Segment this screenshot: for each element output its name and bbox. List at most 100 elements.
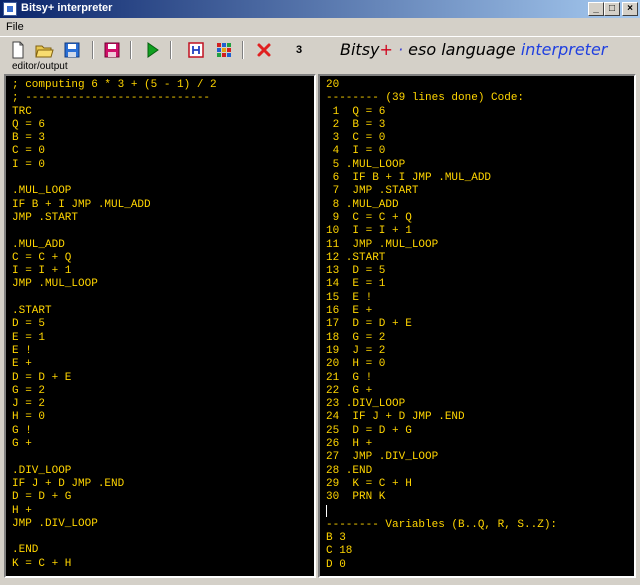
output-line: 9 C = C + Q	[326, 211, 412, 224]
output-pane[interactable]: 20 -------- (39 lines done) Code: 1 Q = …	[318, 74, 636, 578]
editor-line: G !	[12, 424, 32, 437]
output-line: 14 E = 1	[326, 278, 386, 291]
brand-bitsy: Bitsy	[340, 40, 380, 59]
output-line: 7 JMP .START	[326, 185, 419, 198]
editor-line: .START	[12, 305, 52, 318]
editor-line: JMP .START	[12, 211, 79, 224]
toolbar-separator	[170, 41, 172, 59]
editor-line: E +	[12, 358, 32, 371]
window-title: Bitsy+ interpreter	[21, 2, 113, 14]
toolbar-separator	[242, 41, 244, 59]
open-folder-icon[interactable]	[34, 40, 54, 60]
output-text: 20 -------- (39 lines done) Code: 1 Q = …	[320, 76, 634, 572]
brand-interpreter: interpreter	[520, 40, 608, 59]
output-line: 12 .START	[326, 251, 386, 264]
editor-line: E = 1	[12, 331, 46, 344]
toolbar-separator	[92, 41, 94, 59]
editor-line: C = 0	[12, 145, 46, 158]
editor-line: I = I + 1	[12, 265, 72, 278]
menu-bar: File	[0, 18, 640, 36]
editor-line: D = D + G	[12, 491, 72, 504]
output-line: 5 .MUL_LOOP	[326, 158, 406, 171]
menu-file[interactable]: File	[6, 21, 24, 33]
brand-eso: eso language	[408, 40, 521, 59]
variable-line: B 3	[326, 532, 346, 544]
run-icon[interactable]	[142, 40, 162, 60]
output-line: 30 PRN K	[326, 491, 386, 504]
toolbar-separator	[130, 41, 132, 59]
app-icon	[3, 2, 17, 16]
variable-line: C 18	[326, 545, 353, 558]
output-line: 20	[326, 79, 340, 91]
output-line: 13 D = 5	[326, 265, 386, 278]
output-line: 28 .END	[326, 464, 373, 477]
clear-icon[interactable]	[254, 40, 274, 60]
editor-line: .END	[12, 544, 39, 557]
editor-line: IF B + I JMP .MUL_ADD	[12, 198, 151, 211]
output-line: 6 IF B + I JMP .MUL_ADD	[326, 172, 492, 185]
editor-line: .DIV_LOOP	[12, 464, 72, 477]
new-file-icon[interactable]	[8, 40, 28, 60]
editor-line: H +	[12, 504, 32, 517]
editor-line: .MUL_LOOP	[12, 185, 72, 198]
output-line: 16 E +	[326, 305, 373, 318]
editor-line: TRC	[12, 105, 32, 118]
save-as-icon[interactable]	[102, 40, 122, 60]
minimize-button[interactable]: _	[588, 2, 604, 16]
output-line: 18 G = 2	[326, 331, 386, 344]
output-line: 22 G +	[326, 384, 373, 397]
output-line: 27 JMP .DIV_LOOP	[326, 451, 439, 464]
variables-header: -------- Variables (B..Q, R, S..Z):	[326, 518, 558, 531]
toolbar: 3 Bitsy+ · eso language interpreter	[0, 36, 640, 63]
help-icon[interactable]	[186, 40, 206, 60]
editor-line: K = C + H	[12, 557, 72, 570]
editor-line: D = D + E	[12, 371, 72, 384]
output-line: 20 H = 0	[326, 358, 386, 371]
output-line: 4 I = 0	[326, 145, 386, 158]
output-line: 2 B = 3	[326, 118, 386, 131]
editor-line: Q = 6	[12, 118, 46, 131]
editor-pane[interactable]: ; computing 6 * 3 + (5 - 1) / 2 ; ------…	[4, 74, 316, 578]
output-line: 11 JMP .MUL_LOOP	[326, 238, 439, 251]
maximize-button[interactable]: □	[604, 2, 620, 16]
editor-line: JMP .MUL_LOOP	[12, 278, 98, 291]
editor-line: I = 0	[12, 158, 46, 171]
title-bar: Bitsy+ interpreter _ □ ×	[0, 0, 640, 18]
output-line: 23 .DIV_LOOP	[326, 398, 406, 411]
step-counter: 3	[296, 44, 303, 56]
palette-icon[interactable]	[214, 40, 234, 60]
editor-line: E !	[12, 344, 32, 357]
output-line: 24 IF J + D JMP .END	[326, 411, 465, 424]
editor-text[interactable]: ; computing 6 * 3 + (5 - 1) / 2 ; ------…	[6, 76, 314, 571]
editor-line: J = 2	[12, 398, 46, 411]
editor-line: ; ----------------------------	[12, 92, 211, 105]
output-line: 26 H +	[326, 438, 373, 451]
editor-line: C = C + Q	[12, 251, 72, 264]
save-icon[interactable]	[62, 40, 82, 60]
output-line: 29 K = C + H	[326, 477, 412, 490]
output-line: 8 .MUL_ADD	[326, 198, 399, 211]
editor-line: D = 5	[12, 318, 46, 331]
editor-line: B = 3	[12, 132, 46, 145]
brand-dot: ·	[392, 40, 409, 59]
output-line: -------- (39 lines done) Code:	[326, 92, 525, 105]
brand-plus: +	[379, 40, 393, 59]
output-line: 19 J = 2	[326, 344, 386, 357]
output-line: 1 Q = 6	[326, 105, 386, 118]
group-label: editor/output	[10, 61, 70, 72]
output-line: 25 D = D + G	[326, 424, 412, 437]
editor-line: IF J + D JMP .END	[12, 477, 125, 490]
editor-line: JMP .DIV_LOOP	[12, 517, 98, 530]
brand-banner: Bitsy+ · eso language interpreter	[340, 40, 607, 59]
output-line: 3 C = 0	[326, 132, 386, 145]
output-line: 21 G !	[326, 371, 373, 384]
output-line: 15 E !	[326, 291, 373, 304]
text-caret	[326, 504, 327, 517]
close-button[interactable]: ×	[622, 2, 638, 16]
output-line: 10 I = I + 1	[326, 225, 412, 238]
editor-line: .MUL_ADD	[12, 238, 65, 251]
output-line: 17 D = D + E	[326, 318, 412, 331]
editor-line: H = 0	[12, 411, 46, 424]
variable-line: D 0	[326, 558, 346, 571]
editor-line: ; computing 6 * 3 + (5 - 1) / 2	[12, 79, 217, 91]
